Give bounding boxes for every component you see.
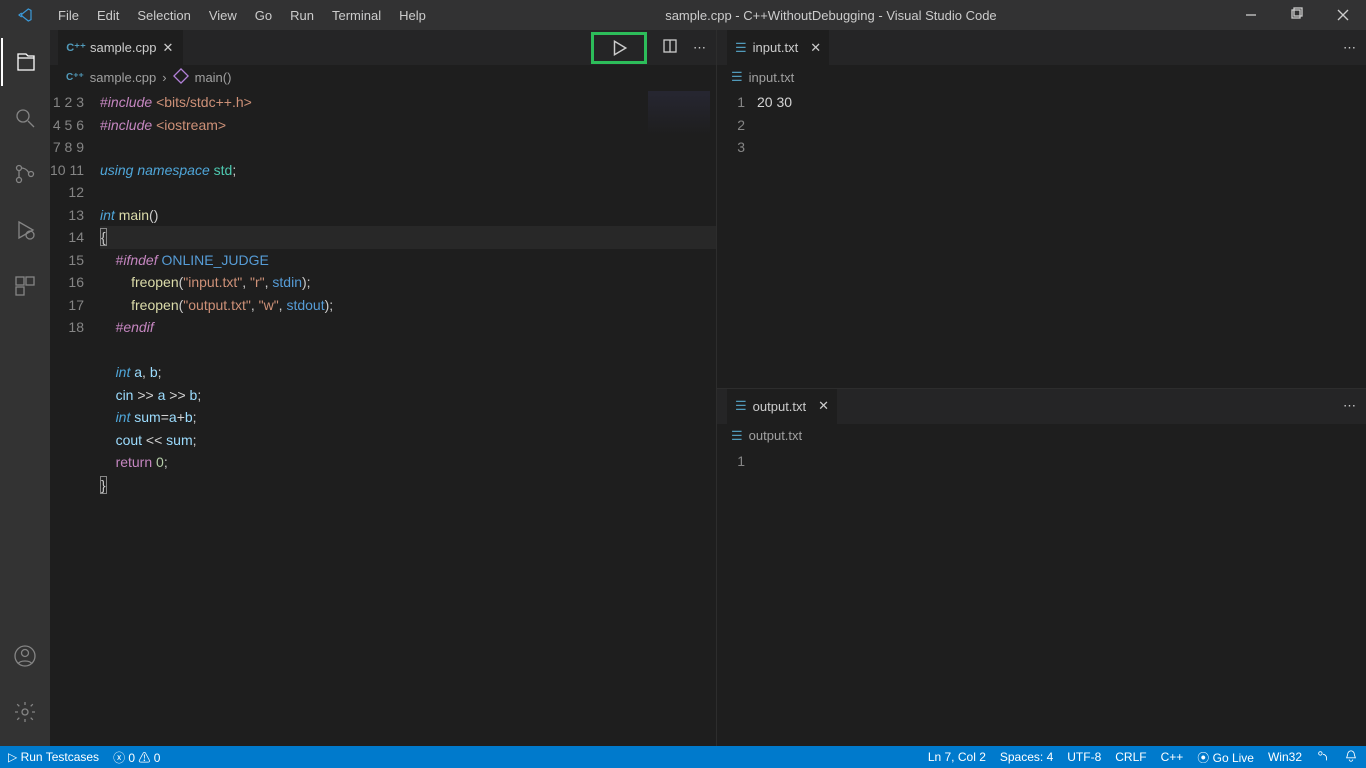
tab-label: input.txt bbox=[753, 40, 799, 55]
output-code[interactable] bbox=[757, 448, 1366, 747]
file-icon: ☰ bbox=[735, 398, 747, 414]
input-breadcrumb[interactable]: ☰ input.txt bbox=[717, 65, 1366, 89]
close-icon[interactable]: ✕ bbox=[162, 40, 173, 56]
extensions-icon[interactable] bbox=[1, 262, 49, 310]
menu-go[interactable]: Go bbox=[247, 4, 280, 27]
go-live-button[interactable]: ⦿ Go Live bbox=[1197, 749, 1254, 766]
more-actions-icon[interactable]: ⋯ bbox=[1343, 40, 1356, 56]
output-tab-bar: ☰ output.txt ✕ ⋯ bbox=[717, 389, 1366, 424]
input-tab-bar: ☰ input.txt ✕ ⋯ bbox=[717, 30, 1366, 65]
cursor-position[interactable]: Ln 7, Col 2 bbox=[928, 750, 986, 764]
feedback-icon[interactable] bbox=[1316, 749, 1330, 766]
symbol-icon bbox=[173, 68, 189, 87]
window-controls bbox=[1228, 0, 1366, 30]
code-content[interactable]: #include <bits/stdc++.h> #include <iostr… bbox=[100, 89, 716, 746]
window-title: sample.cpp - C++WithoutDebugging - Visua… bbox=[434, 8, 1228, 23]
problems-indicator[interactable]: ⓧ 0 ⚠ 0 bbox=[113, 749, 160, 766]
maximize-button[interactable] bbox=[1274, 0, 1320, 30]
breadcrumb-symbol[interactable]: main() bbox=[195, 70, 232, 85]
close-icon[interactable]: ✕ bbox=[810, 40, 821, 56]
tab-bar: C⁺⁺ sample.cpp ✕ ⋯ bbox=[50, 30, 716, 65]
left-editor-group: C⁺⁺ sample.cpp ✕ ⋯ C⁺⁺ sample.cpp › main… bbox=[50, 30, 716, 746]
menu-terminal[interactable]: Terminal bbox=[324, 4, 389, 27]
vscode-logo-icon bbox=[0, 7, 50, 23]
output-breadcrumb[interactable]: ☰ output.txt bbox=[717, 424, 1366, 448]
search-icon[interactable] bbox=[1, 94, 49, 142]
encoding[interactable]: UTF-8 bbox=[1067, 750, 1101, 764]
run-button[interactable] bbox=[591, 32, 647, 64]
tab-label: output.txt bbox=[753, 399, 806, 414]
account-icon[interactable] bbox=[1, 632, 49, 680]
line-numbers: 1 2 3 4 5 6 7 8 9 10 11 12 13 14 15 16 1… bbox=[50, 89, 100, 746]
close-icon[interactable]: ✕ bbox=[818, 398, 829, 414]
input-code[interactable]: 20 30 bbox=[757, 89, 1366, 388]
line-numbers: 123 bbox=[717, 89, 757, 388]
split-editor-icon[interactable] bbox=[662, 38, 678, 57]
chevron-right-icon: › bbox=[162, 70, 166, 85]
more-actions-icon[interactable]: ⋯ bbox=[693, 40, 706, 56]
editor-area: C⁺⁺ sample.cpp ✕ ⋯ C⁺⁺ sample.cpp › main… bbox=[50, 30, 1366, 746]
cpp-file-icon: C⁺⁺ bbox=[66, 72, 84, 83]
line-numbers: 1 bbox=[717, 448, 757, 747]
tab-input-txt[interactable]: ☰ input.txt ✕ bbox=[727, 30, 829, 65]
minimize-button[interactable] bbox=[1228, 0, 1274, 30]
cpp-file-icon: C⁺⁺ bbox=[68, 40, 84, 56]
run-testcases-button[interactable]: ▷ Run Testcases bbox=[8, 750, 99, 764]
eol[interactable]: CRLF bbox=[1115, 750, 1146, 764]
explorer-icon[interactable] bbox=[1, 38, 49, 86]
source-control-icon[interactable] bbox=[1, 150, 49, 198]
title-bar: File Edit Selection View Go Run Terminal… bbox=[0, 0, 1366, 30]
tab-sample-cpp[interactable]: C⁺⁺ sample.cpp ✕ bbox=[58, 30, 183, 65]
menu-selection[interactable]: Selection bbox=[129, 4, 198, 27]
activity-bar bbox=[0, 30, 50, 746]
input-pane: ☰ input.txt ✕ ⋯ ☰ input.txt 123 20 30 bbox=[717, 30, 1366, 389]
breadcrumb-file: input.txt bbox=[749, 70, 795, 85]
output-pane: ☰ output.txt ✕ ⋯ ☰ output.txt 1 bbox=[717, 389, 1366, 747]
menu-edit[interactable]: Edit bbox=[89, 4, 127, 27]
more-actions-icon[interactable]: ⋯ bbox=[1343, 398, 1356, 414]
run-debug-icon[interactable] bbox=[1, 206, 49, 254]
notifications-icon[interactable] bbox=[1344, 749, 1358, 766]
breadcrumb[interactable]: C⁺⁺ sample.cpp › main() bbox=[50, 65, 716, 89]
output-editor[interactable]: 1 bbox=[717, 448, 1366, 747]
close-button[interactable] bbox=[1320, 0, 1366, 30]
file-icon: ☰ bbox=[731, 69, 743, 85]
minimap[interactable] bbox=[648, 91, 710, 135]
indentation[interactable]: Spaces: 4 bbox=[1000, 750, 1053, 764]
menu-help[interactable]: Help bbox=[391, 4, 434, 27]
menu-run[interactable]: Run bbox=[282, 4, 322, 27]
tab-output-txt[interactable]: ☰ output.txt ✕ bbox=[727, 389, 837, 424]
file-icon: ☰ bbox=[731, 428, 743, 444]
platform-indicator[interactable]: Win32 bbox=[1268, 750, 1302, 764]
status-bar: ▷ Run Testcases ⓧ 0 ⚠ 0 Ln 7, Col 2 Spac… bbox=[0, 746, 1366, 768]
tab-label: sample.cpp bbox=[90, 40, 156, 55]
menu-file[interactable]: File bbox=[50, 4, 87, 27]
main-area: C⁺⁺ sample.cpp ✕ ⋯ C⁺⁺ sample.cpp › main… bbox=[0, 30, 1366, 746]
breadcrumb-file[interactable]: sample.cpp bbox=[90, 70, 156, 85]
settings-gear-icon[interactable] bbox=[1, 688, 49, 736]
file-icon: ☰ bbox=[735, 40, 747, 56]
input-editor[interactable]: 123 20 30 bbox=[717, 89, 1366, 388]
menu-bar: File Edit Selection View Go Run Terminal… bbox=[50, 4, 434, 27]
code-editor[interactable]: 1 2 3 4 5 6 7 8 9 10 11 12 13 14 15 16 1… bbox=[50, 89, 716, 746]
language-mode[interactable]: C++ bbox=[1161, 750, 1184, 764]
menu-view[interactable]: View bbox=[201, 4, 245, 27]
right-editor-group: ☰ input.txt ✕ ⋯ ☰ input.txt 123 20 30 bbox=[716, 30, 1366, 746]
breadcrumb-file: output.txt bbox=[749, 428, 802, 443]
